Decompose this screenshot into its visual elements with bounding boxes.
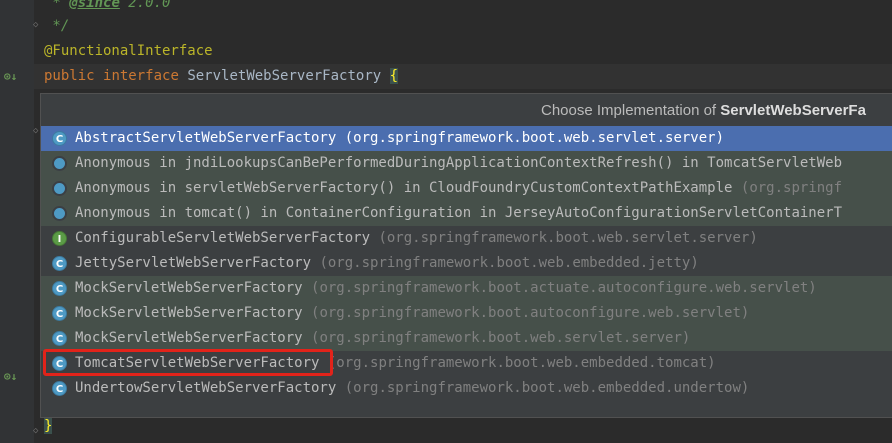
popup-title: Choose Implementation of ServletWebServe… <box>41 94 892 128</box>
implementation-list-item[interactable]: Anonymous in tomcat() in ContainerConfig… <box>41 201 892 226</box>
implementation-label: Anonymous in tomcat() in ContainerConfig… <box>75 201 842 226</box>
implementation-label: JettyServletWebServerFactory (org.spring… <box>75 251 699 276</box>
implementation-list-item[interactable]: C MockServletWebServerFactory (org.spring… <box>41 301 892 326</box>
implementation-label: AbstractServletWebServerFactory (org.spr… <box>75 126 724 151</box>
implementation-label: Anonymous in jndiLookupsCanBePerformedDu… <box>75 151 842 176</box>
choose-implementation-popup[interactable]: Choose Implementation of ServletWebServe… <box>40 93 892 418</box>
implementation-list-item[interactable]: I ConfigurableServletWebServerFactory (or… <box>41 226 892 251</box>
implementation-name: AbstractServletWebServerFactory <box>75 130 337 146</box>
annotation-line: @FunctionalInterface <box>44 43 213 59</box>
implementation-label: TomcatServletWebServerFactory (org.sprin… <box>75 351 716 376</box>
anon-icon <box>52 206 67 221</box>
implementation-list-item[interactable]: C UndertowServletWebServerFactory (org.sp… <box>41 376 892 401</box>
implementation-package: (org.springframework.boot.actuate.autoco… <box>311 280 817 296</box>
class-icon: C <box>52 381 67 396</box>
implementation-list-item[interactable]: C AbstractServletWebServerFactory (org.sp… <box>41 126 892 151</box>
implementation-label: UndertowServletWebServerFactory (org.spr… <box>75 376 749 401</box>
implementation-name: MockServletWebServerFactory <box>75 305 303 321</box>
implementation-package: (org.springf <box>740 180 843 196</box>
implementation-package: (org.springframework.boot.web.embedded.u… <box>344 380 750 396</box>
interface-icon: I <box>52 231 67 246</box>
implementation-list-item[interactable]: C JettyServletWebServerFactory (org.sprin… <box>41 251 892 276</box>
implemented-by-icon[interactable]: ⊙↓ <box>4 370 24 384</box>
implementation-name: Anonymous in tomcat() in ContainerConfig… <box>75 205 843 221</box>
class-icon: C <box>52 331 67 346</box>
anon-icon <box>52 181 67 196</box>
implementation-package: (org.springframework.boot.web.servlet.se… <box>311 330 691 346</box>
implementation-name: MockServletWebServerFactory <box>75 280 303 296</box>
implementation-label: Anonymous in servletWebServerFactory() i… <box>75 176 842 201</box>
interface-declaration-line: public interface ServletWebServerFactory… <box>44 68 399 84</box>
doc-close-line: */ <box>44 18 70 34</box>
implementation-list-item[interactable]: C TomcatServletWebServerFactory (org.spri… <box>41 351 892 376</box>
implementation-name: Anonymous in servletWebServerFactory() i… <box>75 180 733 196</box>
editor-gutter: ⊙↓ ⊙↓ <box>0 0 34 443</box>
implementation-name: UndertowServletWebServerFactory <box>75 380 337 396</box>
implementation-name: Anonymous in jndiLookupsCanBePerformedDu… <box>75 155 843 171</box>
implementation-list-item[interactable]: C MockServletWebServerFactory (org.spring… <box>41 276 892 301</box>
implementation-label: MockServletWebServerFactory (org.springf… <box>75 276 817 301</box>
implementation-list-item[interactable]: Anonymous in servletWebServerFactory() i… <box>41 176 892 201</box>
class-icon: C <box>52 131 67 146</box>
implementation-label: MockServletWebServerFactory (org.springf… <box>75 326 690 351</box>
implementation-name: TomcatServletWebServerFactory <box>75 355 320 371</box>
implementation-list-item[interactable]: C MockServletWebServerFactory (org.spring… <box>41 326 892 351</box>
implementation-label: ConfigurableServletWebServerFactory (org… <box>75 226 758 251</box>
class-icon: C <box>52 281 67 296</box>
implementation-name: MockServletWebServerFactory <box>75 330 303 346</box>
implementation-list[interactable]: C AbstractServletWebServerFactory (org.sp… <box>41 126 892 401</box>
implementation-package: (org.springframework.boot.autoconfigure.… <box>311 305 750 321</box>
implementation-package: (org.springframework.boot.web.embedded.t… <box>327 355 716 371</box>
implementation-list-item[interactable]: Anonymous in jndiLookupsCanBePerformedDu… <box>41 151 892 176</box>
implementation-package: (org.springframework.boot.web.servlet.se… <box>378 230 758 246</box>
class-icon: C <box>52 356 67 371</box>
implementation-package: (org.springframework.boot.web.servlet.se… <box>344 130 725 146</box>
class-icon: C <box>52 306 67 321</box>
implemented-by-icon[interactable]: ⊙↓ <box>4 70 24 84</box>
implementation-package: (org.springframework.boot.web.embedded.j… <box>319 255 699 271</box>
implementation-name: ConfigurableServletWebServerFactory <box>75 230 371 246</box>
implementation-label: MockServletWebServerFactory (org.springf… <box>75 301 749 326</box>
popup-footer <box>41 405 892 417</box>
anon-icon <box>52 156 67 171</box>
class-icon: C <box>52 256 67 271</box>
implementation-name: JettyServletWebServerFactory <box>75 255 312 271</box>
